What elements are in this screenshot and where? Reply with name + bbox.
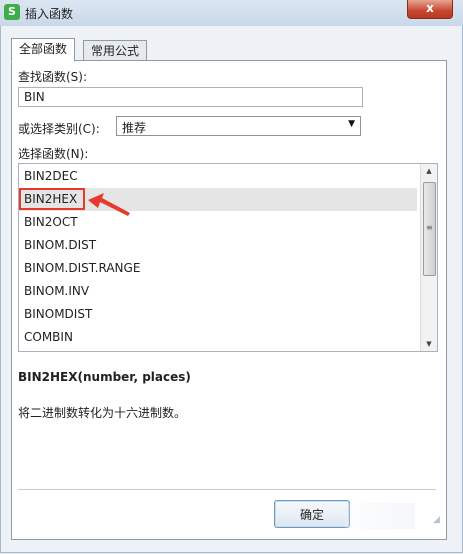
dropdown-arrow-icon: ▼ — [348, 119, 355, 129]
search-input[interactable] — [18, 87, 363, 107]
list-item[interactable]: BINOM.DIST.RANGE — [19, 257, 417, 280]
list-item[interactable]: BINOM.INV — [19, 280, 417, 303]
close-button[interactable]: x — [407, 0, 453, 19]
title-bar: S 插入函数 x — [0, 0, 463, 27]
function-signature: BIN2HEX(number, places) — [18, 370, 191, 384]
search-label: 查找函数(S): — [18, 70, 88, 84]
scroll-up-icon[interactable]: ▲ — [421, 164, 437, 178]
category-selected-value: 推荐 — [122, 121, 147, 135]
highlight-box — [19, 188, 85, 210]
tab-common-formulas[interactable]: 常用公式 — [83, 40, 148, 62]
scroll-thumb[interactable]: ≡ — [423, 182, 436, 276]
window-title: 插入函数 — [25, 7, 74, 21]
list-item[interactable]: BINOM.DIST — [19, 234, 417, 257]
category-select[interactable]: 推荐 ▼ — [116, 116, 361, 136]
list-scrollbar[interactable]: ▲ ≡ ▼ — [420, 164, 437, 351]
list-item[interactable]: COMBIN — [19, 326, 417, 349]
ok-button[interactable]: 确定 — [274, 500, 350, 528]
resize-grip-icon[interactable]: ◢ — [433, 515, 440, 525]
function-list-label: 选择函数(N): — [18, 147, 89, 161]
red-arrow-icon — [88, 193, 130, 216]
scroll-down-icon[interactable]: ▼ — [421, 337, 437, 351]
list-item[interactable]: BIN2OCT — [19, 211, 417, 234]
tab-all-functions[interactable]: 全部函数 — [11, 38, 76, 62]
category-label: 或选择类别(C): — [18, 122, 100, 136]
grip-icon: ≡ — [426, 223, 433, 232]
faded-button-area — [345, 503, 415, 529]
divider — [18, 489, 436, 490]
function-description: 将二进制数转化为十六进制数。 — [18, 406, 187, 420]
list-item[interactable]: BIN2DEC — [19, 165, 417, 188]
list-item[interactable]: BINOMDIST — [19, 303, 417, 326]
app-icon: S — [4, 4, 20, 20]
